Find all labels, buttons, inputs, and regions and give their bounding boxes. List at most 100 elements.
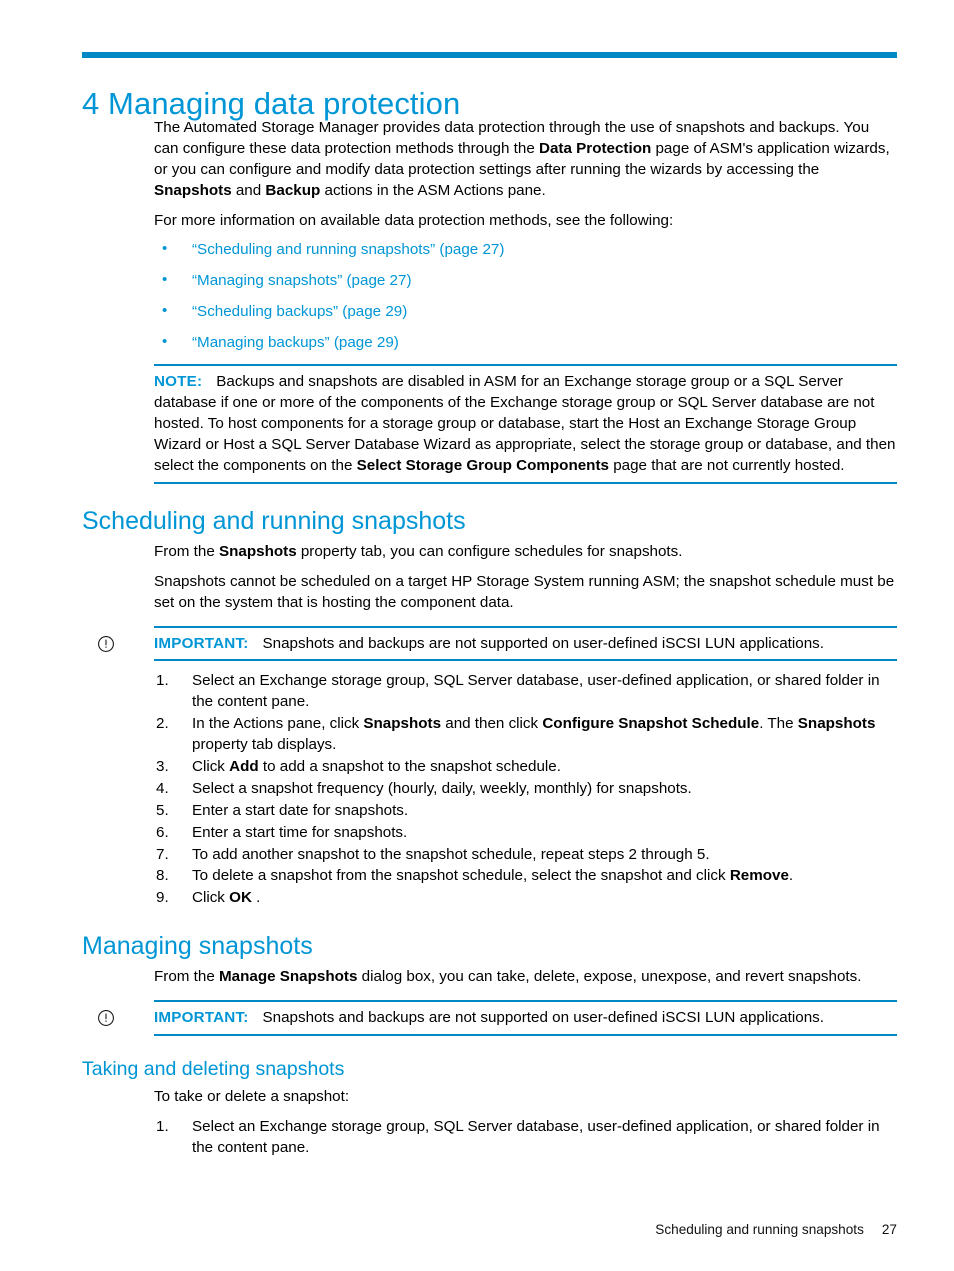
- list-item: 4. Select a snapshot frequency (hourly, d…: [154, 779, 897, 800]
- scheduling-bold-snapshots: Snapshots: [219, 542, 297, 560]
- step-number: 1.: [156, 672, 169, 690]
- intro-text-3: and: [231, 181, 266, 199]
- step-number: 2.: [156, 715, 169, 733]
- managing-text-2: dialog box, you can take, delete, expose…: [357, 968, 862, 986]
- step-number: 5.: [156, 801, 169, 819]
- subsection-heading-taking-and-deleting-snapshots: Taking and deleting snapshots: [82, 1058, 345, 1081]
- page-footer: Scheduling and running snapshots 27: [82, 1222, 897, 1237]
- step-text-1: Enter a start date for snapshots.: [192, 801, 409, 819]
- important-label-1: IMPORTANT:: [154, 634, 249, 652]
- bullet-icon: •: [162, 240, 168, 258]
- list-item[interactable]: • “Scheduling backups” (page 29): [154, 302, 897, 322]
- step-text-1: Select an Exchange storage group, SQL Se…: [192, 672, 880, 711]
- scheduling-procedure-list: 1. Select an Exchange storage group, SQL …: [154, 671, 897, 909]
- important-text-2: Snapshots and backups are not supported …: [262, 1009, 824, 1027]
- intro-paragraph-2: For more information on available data p…: [154, 211, 674, 229]
- scheduling-text-2: property tab, you can configure schedule…: [296, 542, 683, 560]
- step-text-1: To delete a snapshot from the snapshot s…: [192, 867, 730, 885]
- note-body: NOTE: Backups and snapshots are disabled …: [154, 372, 897, 476]
- taking-intro-block: To take or delete a snapshot: 1. Select a…: [154, 1087, 897, 1159]
- step-text-4: property tab displays.: [192, 736, 337, 754]
- chapter-top-rule: [82, 52, 897, 58]
- managing-paragraph-1: From the Manage Snapshots dialog box, yo…: [154, 967, 897, 988]
- list-item: 9. Click OK .: [154, 888, 897, 909]
- step-bold-1: Snapshots: [363, 715, 442, 733]
- important-label-2: IMPORTANT:: [154, 1009, 249, 1027]
- page-title: 4 Managing data protection: [82, 85, 461, 121]
- step-bold-1: Remove: [729, 867, 789, 885]
- intro-text-4: actions in the ASM Actions pane.: [320, 181, 546, 199]
- bullet-icon: •: [162, 332, 168, 350]
- list-item[interactable]: • “Managing snapshots” (page 27): [154, 271, 897, 291]
- list-item[interactable]: • “Scheduling and running snapshots” (pag…: [154, 240, 897, 260]
- intro-bold-backup: Backup: [265, 181, 321, 199]
- intro-bold-data-protection: Data Protection: [539, 139, 652, 157]
- page-content: The Automated Storage Manager provides d…: [82, 118, 897, 1160]
- intro-bold-snapshots: Snapshots: [154, 181, 232, 199]
- list-item: 3. Click Add to add a snapshot to the sna…: [154, 757, 897, 778]
- cross-reference-link[interactable]: “Scheduling backups” (page 29): [192, 303, 407, 320]
- step-number: 3.: [156, 758, 169, 776]
- list-item: 5. Enter a start date for snapshots.: [154, 801, 897, 822]
- important-body-2: IMPORTANT: Snapshots and backups are not …: [154, 1008, 897, 1029]
- managing-text-1: From the: [154, 968, 219, 986]
- step-bold-1: OK: [229, 889, 252, 907]
- scheduling-text-1: From the: [154, 542, 219, 560]
- step-text-1: Enter a start time for snapshots.: [192, 823, 408, 841]
- step-bold-2: Configure Snapshot Schedule: [542, 715, 760, 733]
- bullet-icon: •: [162, 271, 168, 289]
- scheduling-intro-block: From the Snapshots property tab, you can…: [154, 542, 897, 614]
- important-admonition-1: IMPORTANT: Snapshots and backups are not …: [98, 625, 897, 662]
- step-bold-3: Snapshots: [797, 715, 876, 733]
- important-circle-exclamation-icon: [97, 1009, 115, 1027]
- step-number: 7.: [156, 845, 169, 863]
- note-text-2: page that are not currently hosted.: [608, 457, 845, 475]
- important-text-1: Snapshots and backups are not supported …: [262, 634, 824, 652]
- step-bold-1: Add: [229, 758, 259, 776]
- step-text-1: Click: [192, 758, 230, 776]
- note-label: NOTE:: [154, 373, 203, 391]
- footer-section-label: Scheduling and running snapshots: [655, 1222, 864, 1237]
- footer-page-number: 27: [881, 1222, 897, 1237]
- step-text-1: To add another snapshot to the snapshot …: [192, 845, 710, 863]
- list-item: 6. Enter a start time for snapshots.: [154, 823, 897, 844]
- step-number: 9.: [156, 889, 169, 907]
- cross-reference-link[interactable]: “Managing snapshots” (page 27): [192, 272, 412, 289]
- step-text-2: and then click: [441, 715, 543, 733]
- scheduling-paragraph-1: From the Snapshots property tab, you can…: [154, 542, 897, 563]
- taking-paragraph-1: To take or delete a snapshot:: [154, 1088, 350, 1106]
- step-number: 1.: [156, 1118, 169, 1136]
- step-number: 6.: [156, 823, 169, 841]
- related-topics-list: • “Scheduling and running snapshots” (pag…: [154, 240, 897, 352]
- important-body-1: IMPORTANT: Snapshots and backups are not …: [154, 634, 897, 655]
- cross-reference-link[interactable]: “Scheduling and running snapshots” (page…: [192, 241, 504, 258]
- bullet-icon: •: [162, 301, 168, 319]
- step-text-1: Click: [192, 889, 230, 907]
- step-text-1: Select an Exchange storage group, SQL Se…: [192, 1118, 880, 1157]
- scheduling-steps-block: 1. Select an Exchange storage group, SQL …: [154, 671, 897, 909]
- managing-bold-manage-snapshots: Manage Snapshots: [219, 968, 358, 986]
- step-text-2: .: [788, 867, 794, 885]
- section-heading-managing-snapshots: Managing snapshots: [82, 932, 313, 961]
- step-text-3: . The: [759, 715, 798, 733]
- taking-procedure-list: 1. Select an Exchange storage group, SQL …: [154, 1117, 897, 1159]
- important-circle-exclamation-icon: [97, 635, 115, 653]
- list-item: 1. Select an Exchange storage group, SQL …: [154, 671, 897, 713]
- managing-intro-block: From the Manage Snapshots dialog box, yo…: [154, 967, 897, 988]
- intro-paragraph-1: The Automated Storage Manager provides d…: [154, 118, 897, 202]
- important-admonition-2: IMPORTANT: Snapshots and backups are not …: [98, 1000, 897, 1037]
- list-item: 7. To add another snapshot to the snapsho…: [154, 845, 897, 866]
- cross-reference-link[interactable]: “Managing backups” (page 29): [192, 334, 399, 351]
- step-text-2: .: [251, 889, 261, 907]
- section-heading-scheduling-and-running-snapshots: Scheduling and running snapshots: [82, 506, 466, 535]
- list-item: 8. To delete a snapshot from the snapshot…: [154, 866, 897, 887]
- step-number: 8.: [156, 867, 169, 885]
- step-text-2: to add a snapshot to the snapshot schedu…: [258, 758, 561, 776]
- list-item: 2. In the Actions pane, click Snapshots a…: [154, 714, 897, 756]
- note-admonition: NOTE: Backups and snapshots are disabled …: [154, 364, 897, 484]
- document-page: 4 Managing data protection The Automated…: [0, 0, 954, 1271]
- list-item[interactable]: • “Managing backups” (page 29): [154, 333, 897, 353]
- step-text-1: Select a snapshot frequency (hourly, dai…: [192, 779, 692, 797]
- step-number: 4.: [156, 779, 169, 797]
- intro-block: The Automated Storage Manager provides d…: [154, 118, 897, 352]
